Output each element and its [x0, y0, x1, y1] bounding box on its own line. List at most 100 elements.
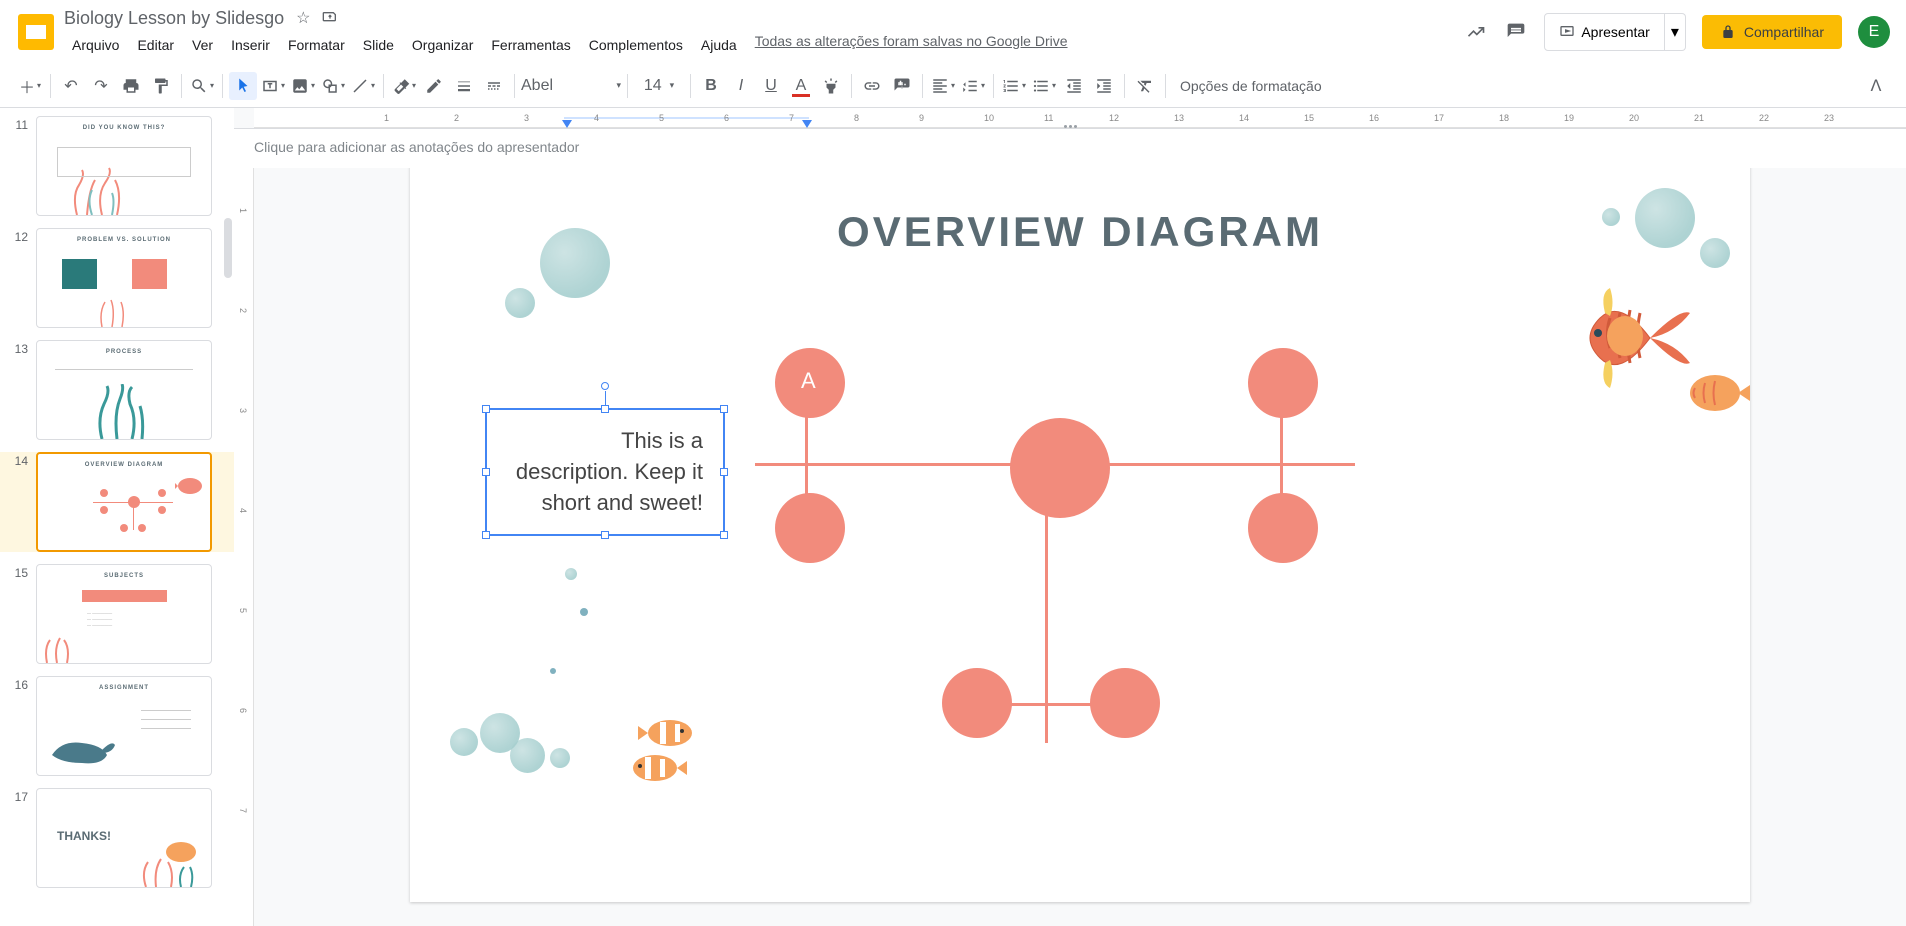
diagram-node-center[interactable]	[1010, 418, 1110, 518]
font-select[interactable]: Abel▾	[521, 72, 621, 100]
main-area: 11 DID YOU KNOW THIS? 12 PROBLEM VS. SOL…	[0, 108, 1906, 926]
present-icon	[1559, 24, 1575, 40]
slide-thumb-13[interactable]: PROCESS	[36, 340, 212, 440]
vertical-ruler[interactable]: 1234567	[234, 128, 254, 926]
speaker-notes[interactable]: Clique para adicionar as anotações do ap…	[234, 128, 1906, 168]
numbered-list-button[interactable]	[1000, 72, 1028, 100]
paint-format-button[interactable]	[147, 72, 175, 100]
header-right: Apresentar ▾ Compartilhar E	[1464, 13, 1890, 51]
comment-button[interactable]	[888, 72, 916, 100]
indent-increase-button[interactable]	[1090, 72, 1118, 100]
align-button[interactable]	[929, 72, 957, 100]
resize-handle[interactable]	[720, 531, 728, 539]
collapse-toolbar-button[interactable]: ᐱ	[1862, 72, 1890, 100]
menu-ajuda[interactable]: Ajuda	[693, 33, 745, 57]
save-status[interactable]: Todas as alterações foram salvas no Goog…	[755, 33, 1068, 57]
resize-handle[interactable]	[482, 468, 490, 476]
fill-color-button[interactable]	[390, 72, 418, 100]
highlight-button[interactable]	[817, 72, 845, 100]
slide-number: 15	[8, 564, 28, 664]
textbox-content[interactable]: This is a description. Keep it short and…	[516, 428, 703, 515]
activity-icon[interactable]	[1464, 20, 1488, 44]
textbox-tool[interactable]	[259, 72, 287, 100]
menu-organizar[interactable]: Organizar	[404, 33, 481, 57]
new-slide-button[interactable]: ＋	[16, 72, 44, 100]
italic-button[interactable]: I	[727, 72, 755, 100]
redo-button[interactable]: ↷	[87, 72, 115, 100]
slide-thumb-12[interactable]: PROBLEM VS. SOLUTION	[36, 228, 212, 328]
menu-inserir[interactable]: Inserir	[223, 33, 278, 57]
diagram-node[interactable]	[1248, 493, 1318, 563]
slide-number: 17	[8, 788, 28, 888]
zoom-button[interactable]	[188, 72, 216, 100]
menu-slide[interactable]: Slide	[355, 33, 402, 57]
border-color-button[interactable]	[420, 72, 448, 100]
bubble-decoration	[1635, 188, 1695, 248]
user-avatar[interactable]: E	[1858, 16, 1890, 48]
resize-handle[interactable]	[601, 531, 609, 539]
resize-handle[interactable]	[482, 405, 490, 413]
present-button[interactable]: Apresentar	[1544, 13, 1664, 51]
slide-thumb-17[interactable]: THANKS!	[36, 788, 212, 888]
present-dropdown[interactable]: ▾	[1665, 13, 1686, 51]
line-spacing-button[interactable]	[959, 72, 987, 100]
star-icon[interactable]: ☆	[296, 8, 310, 28]
image-tool[interactable]	[289, 72, 317, 100]
diagram-node[interactable]	[1090, 668, 1160, 738]
slide-thumb-11[interactable]: DID YOU KNOW THIS?	[36, 116, 212, 216]
menu-arquivo[interactable]: Arquivo	[64, 33, 127, 57]
clear-formatting-button[interactable]	[1131, 72, 1159, 100]
diagram-node[interactable]	[942, 668, 1012, 738]
bubble-decoration	[580, 608, 588, 616]
resize-handle[interactable]	[720, 405, 728, 413]
undo-button[interactable]: ↶	[57, 72, 85, 100]
bulleted-list-button[interactable]	[1030, 72, 1058, 100]
description-textbox[interactable]: This is a description. Keep it short and…	[485, 408, 725, 536]
format-options-button[interactable]: Opções de formatação	[1172, 78, 1330, 94]
slide-thumb-15[interactable]: SUBJECTS — —————— —————— —————	[36, 564, 212, 664]
underline-button[interactable]: U	[757, 72, 785, 100]
slide-thumb-16[interactable]: ASSIGNMENT	[36, 676, 212, 776]
slide-canvas[interactable]: OVERVIEW DIAGRAM This is a description. …	[410, 148, 1750, 902]
menu-ferramentas[interactable]: Ferramentas	[483, 33, 578, 57]
app-logo[interactable]	[16, 12, 56, 52]
header: Biology Lesson by Slidesgo ☆ Arquivo Edi…	[0, 0, 1906, 64]
slide-number: 11	[8, 116, 28, 216]
select-tool[interactable]	[229, 72, 257, 100]
slide-title[interactable]: OVERVIEW DIAGRAM	[837, 208, 1323, 256]
comments-icon[interactable]	[1504, 20, 1528, 44]
title-area: Biology Lesson by Slidesgo ☆ Arquivo Edi…	[64, 8, 1464, 57]
resize-handle[interactable]	[482, 531, 490, 539]
menu-editar[interactable]: Editar	[129, 33, 182, 57]
slide-number: 12	[8, 228, 28, 328]
sidebar-scrollbar[interactable]	[224, 218, 232, 278]
resize-handle[interactable]	[720, 468, 728, 476]
resize-handle[interactable]	[601, 405, 609, 413]
menu-complementos[interactable]: Complementos	[581, 33, 691, 57]
slide-panel[interactable]: 11 DID YOU KNOW THIS? 12 PROBLEM VS. SOL…	[0, 108, 234, 926]
slides-icon	[18, 14, 54, 50]
border-dash-button[interactable]	[480, 72, 508, 100]
diagram-node[interactable]	[1248, 348, 1318, 418]
line-tool[interactable]	[349, 72, 377, 100]
rotate-handle[interactable]	[601, 382, 609, 390]
notes-drag-handle[interactable]	[1055, 125, 1085, 129]
text-color-button[interactable]: A	[787, 72, 815, 100]
font-size-input[interactable]: 14▾	[634, 72, 684, 100]
print-button[interactable]	[117, 72, 145, 100]
indent-decrease-button[interactable]	[1060, 72, 1088, 100]
border-weight-button[interactable]	[450, 72, 478, 100]
document-title[interactable]: Biology Lesson by Slidesgo	[64, 8, 284, 29]
move-icon[interactable]	[322, 8, 338, 29]
canvas-area: 1234567891011121314151617181920212223 12…	[234, 108, 1906, 926]
slide-thumb-14[interactable]: OVERVIEW DIAGRAM	[36, 452, 212, 552]
coral-decoration	[97, 292, 137, 327]
menu-formatar[interactable]: Formatar	[280, 33, 353, 57]
share-button[interactable]: Compartilhar	[1702, 15, 1842, 49]
link-button[interactable]	[858, 72, 886, 100]
shape-tool[interactable]	[319, 72, 347, 100]
diagram-node[interactable]	[775, 493, 845, 563]
menu-ver[interactable]: Ver	[184, 33, 221, 57]
diagram-node-a[interactable]: A	[775, 348, 845, 418]
bold-button[interactable]: B	[697, 72, 725, 100]
